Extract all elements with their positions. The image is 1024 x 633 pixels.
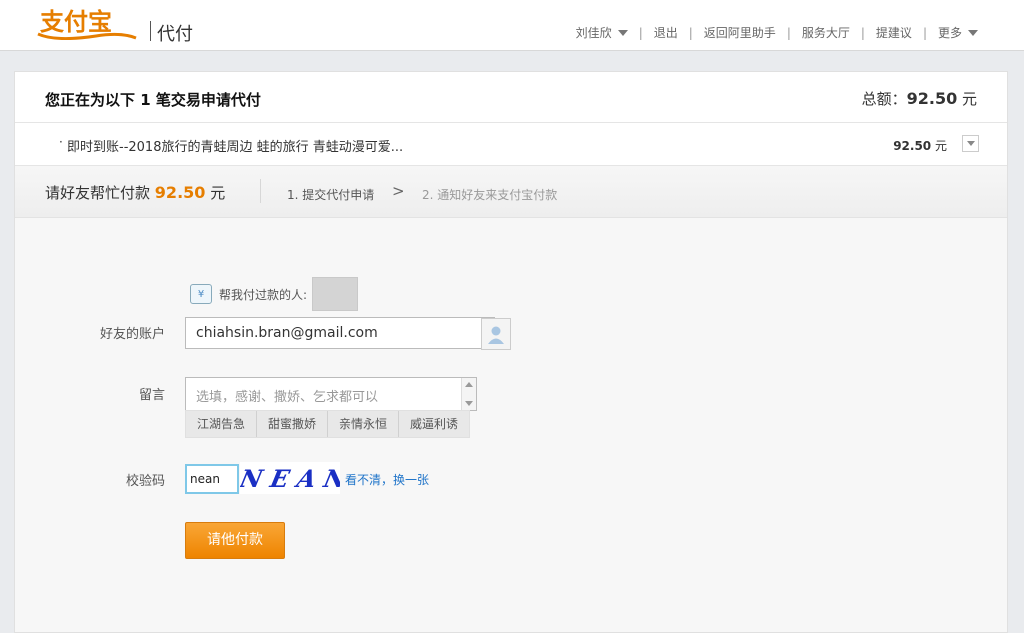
contacts-button[interactable]: [481, 318, 511, 350]
payment-icon: ¥: [190, 284, 212, 304]
captcha-input[interactable]: nean: [185, 464, 239, 494]
ask-friend-amount: 请好友帮忙付款 92.50 元: [45, 183, 226, 202]
step-submit-request: 1. 提交代付申请: [287, 188, 375, 202]
avatar[interactable]: [312, 277, 359, 311]
nav-separator: |: [688, 25, 693, 40]
captcha-image[interactable]: N E A N: [240, 462, 340, 494]
contact-person-icon: [488, 326, 504, 344]
alipay-logo[interactable]: 支付宝: [36, 6, 140, 40]
steps-bar: 请好友帮忙付款 92.50 元 1. 提交代付申请 > 2. 通知好友来支付宝付…: [15, 166, 1007, 218]
refresh-captcha-link[interactable]: 看不清，换一张: [345, 471, 429, 488]
main-panel: 您正在为以下 1 笔交易申请代付 总额：92.50 元 · 即时到账--2018…: [14, 71, 1008, 633]
summary-header: 您正在为以下 1 笔交易申请代付 总额：92.50 元: [15, 72, 1007, 123]
divider: [260, 179, 261, 203]
top-nav: 刘佳欣 | 退出 | 返回阿里助手 | 服务大厅 | 提建议 | 更多: [576, 24, 978, 41]
nav-feedback[interactable]: 提建议: [876, 24, 912, 41]
nav-separator: |: [786, 25, 791, 40]
friend-account-input[interactable]: chiahsin.bran@gmail.com: [185, 317, 495, 349]
nav-separator: |: [922, 25, 927, 40]
chevron-down-icon: [968, 29, 978, 36]
nav-service-hall[interactable]: 服务大厅: [802, 24, 850, 41]
scrollbar[interactable]: [461, 378, 476, 410]
expand-order-button[interactable]: [962, 135, 979, 152]
chevron-down-icon: [617, 29, 628, 36]
nav-separator: |: [860, 25, 865, 40]
step-notify-friend: 2. 通知好友来支付宝付款: [422, 188, 558, 202]
svg-text:N E A N: N E A N: [240, 464, 340, 493]
nav-logout[interactable]: 退出: [654, 24, 678, 41]
top-bar: 支付宝 代付 刘佳欣 | 退出 | 返回阿里助手 | 服务大厅 | 提建议 | …: [0, 0, 1024, 51]
quick-phrase-button[interactable]: 甜蜜撒娇: [257, 411, 329, 437]
account-label: 好友的账户: [99, 327, 165, 342]
captcha-label: 校验码: [125, 474, 165, 489]
scroll-up-icon: [465, 382, 473, 387]
order-row: · 即时到账--2018旅行的青蛙周边 蛙的旅行 青蛙动漫可爱... 92.50…: [15, 123, 1007, 166]
previous-payers-label: 帮我付过款的人:: [219, 287, 308, 302]
message-textarea[interactable]: 选填，感谢、撒娇、乞求都可以: [185, 377, 477, 411]
nav-user-menu[interactable]: 刘佳欣: [576, 24, 628, 41]
page-title: 您正在为以下 1 笔交易申请代付: [45, 91, 261, 109]
total-amount: 总额：92.50 元: [861, 89, 977, 108]
message-placeholder: 选填，感谢、撒娇、乞求都可以: [196, 390, 379, 405]
nav-ali-assistant[interactable]: 返回阿里助手: [704, 24, 776, 41]
product-name: 代付: [157, 24, 193, 45]
previous-payers: ¥ 帮我付过款的人:: [190, 277, 359, 311]
nav-more-menu[interactable]: 更多: [938, 24, 978, 41]
svg-text:支付宝: 支付宝: [40, 8, 112, 36]
step-arrow: >: [392, 182, 405, 200]
quick-phrase-button[interactable]: 威逼利诱: [399, 411, 469, 437]
quick-phrase-button[interactable]: 江湖告急: [186, 411, 258, 437]
quick-phrases: 江湖告急 甜蜜撒娇 亲情永恒 威逼利诱: [185, 410, 471, 438]
chevron-down-icon: [966, 141, 975, 146]
quick-phrase-button[interactable]: 亲情永恒: [328, 411, 400, 437]
logo-divider: [150, 21, 151, 41]
message-label: 留言: [138, 388, 165, 403]
order-amount: 92.50 元: [893, 139, 947, 153]
order-description: 即时到账--2018旅行的青蛙周边 蛙的旅行 青蛙动漫可爱...: [67, 140, 404, 155]
request-payment-button[interactable]: 请他付款: [185, 522, 285, 559]
scroll-down-icon: [465, 401, 473, 406]
nav-separator: |: [638, 25, 643, 40]
bullet: ·: [59, 135, 63, 149]
